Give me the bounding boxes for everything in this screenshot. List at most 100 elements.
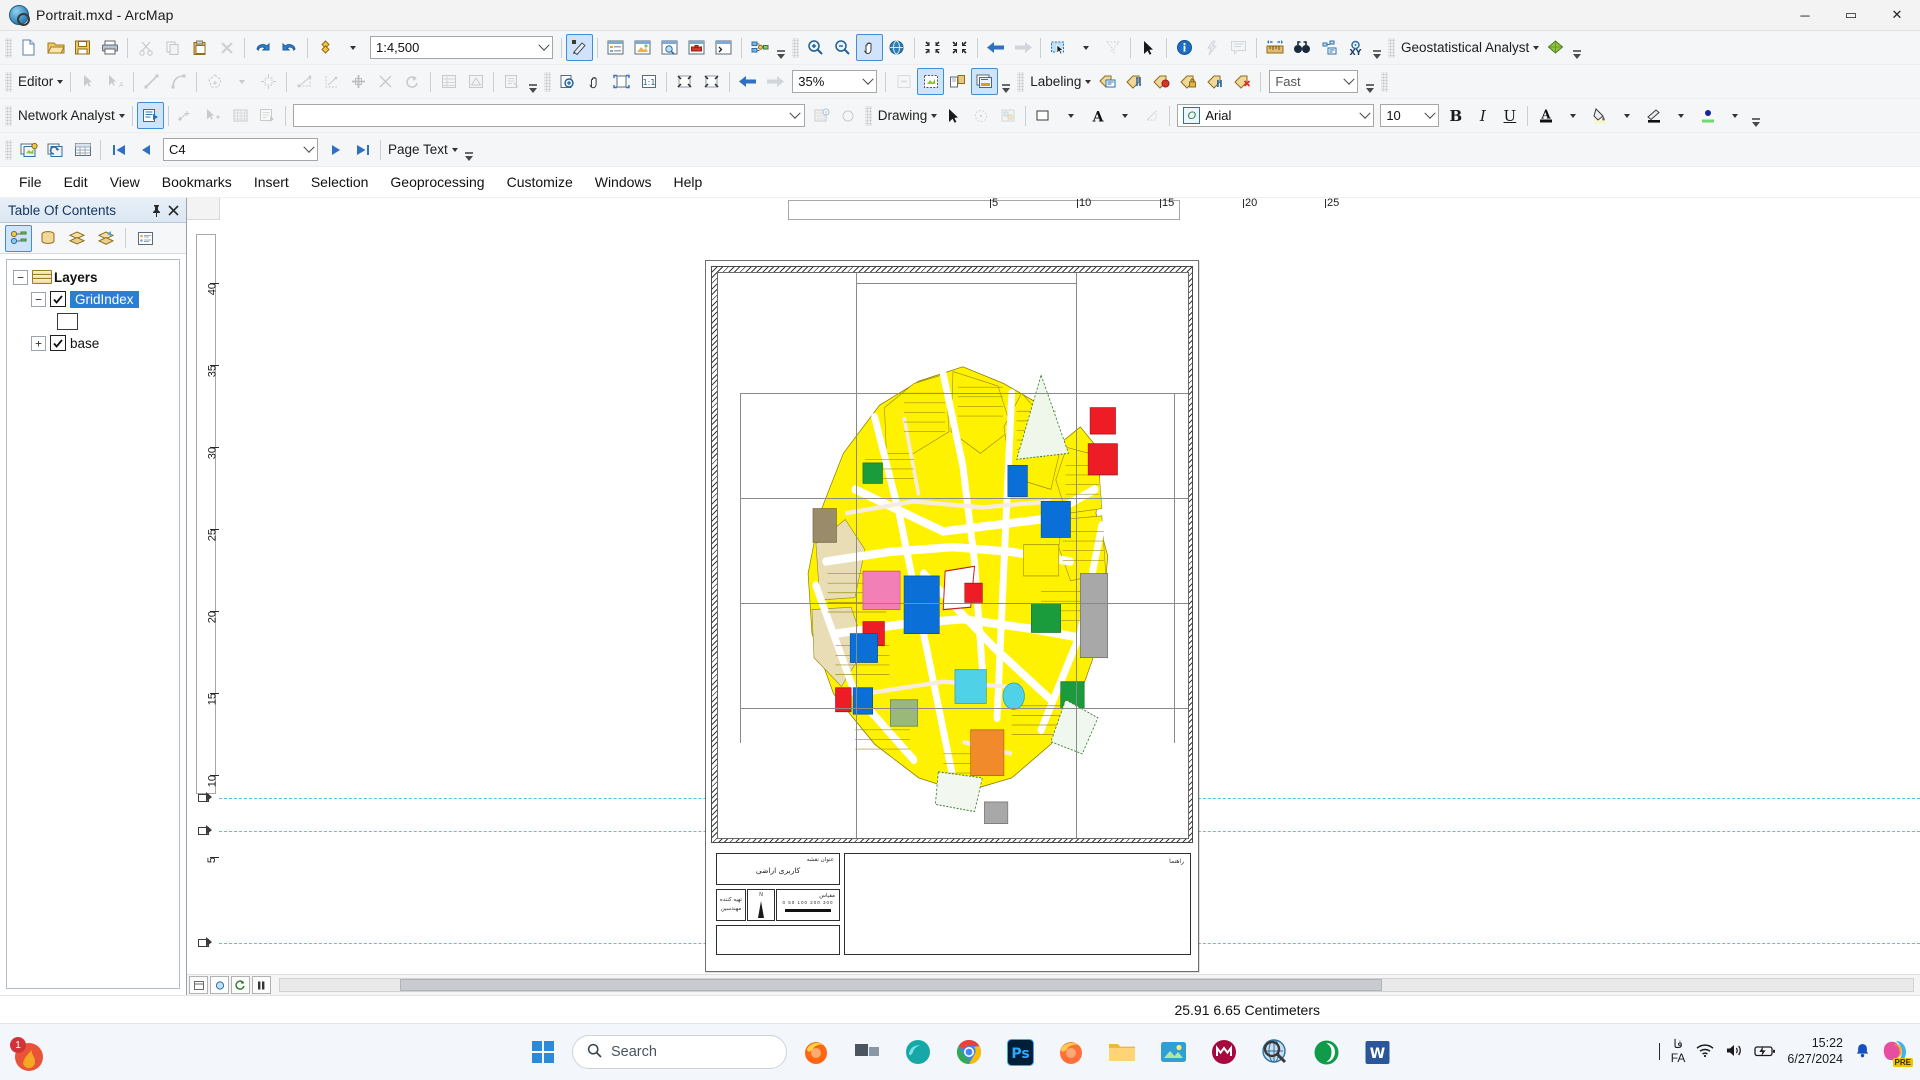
select-features-dropdown[interactable] xyxy=(1072,34,1099,61)
close-button[interactable]: ✕ xyxy=(1874,0,1920,30)
paste-icon[interactable] xyxy=(186,34,213,61)
menu-file[interactable]: File xyxy=(8,170,53,194)
data-frame-content[interactable] xyxy=(717,272,1189,839)
task-view-icon[interactable] xyxy=(845,1030,889,1074)
data-frame[interactable] xyxy=(711,266,1193,843)
network-analyst-window-icon[interactable] xyxy=(136,102,164,129)
ruler-corner[interactable] xyxy=(187,198,220,220)
windows-start-icon[interactable] xyxy=(521,1030,565,1074)
geostatistical-analyst-menu[interactable]: Geostatistical Analyst xyxy=(1398,40,1542,55)
firefox-icon[interactable] xyxy=(794,1030,838,1074)
layout-view-button[interactable] xyxy=(189,976,208,994)
toc-tree[interactable]: − Layers − GridIndex + base xyxy=(6,259,180,989)
pin-icon[interactable] xyxy=(148,201,165,219)
fill-swatch-icon[interactable] xyxy=(1586,102,1613,129)
base-checkbox[interactable] xyxy=(50,335,66,351)
copilot-pre-icon[interactable]: PRE xyxy=(1882,1038,1913,1067)
go-next-extent-icon[interactable] xyxy=(1009,34,1036,61)
extra-toolbar-grip[interactable] xyxy=(1381,71,1389,92)
refresh-ddp-icon[interactable] xyxy=(42,136,69,163)
page-table-icon[interactable] xyxy=(69,136,96,163)
lock-labels-icon[interactable] xyxy=(1175,68,1202,95)
north-arrow-box[interactable]: N xyxy=(747,889,775,921)
edit-tool-icon[interactable] xyxy=(75,68,102,95)
taskbar-notification-app[interactable]: 1 xyxy=(10,1037,46,1074)
straight-segment-icon[interactable] xyxy=(138,68,165,95)
list-by-drawing-order-icon[interactable] xyxy=(5,224,32,252)
rotate-icon[interactable] xyxy=(399,68,426,95)
pan-page-icon[interactable] xyxy=(581,68,608,95)
label-priority-icon[interactable] xyxy=(1121,68,1148,95)
ddp-setup-icon[interactable] xyxy=(15,136,42,163)
editor-menu[interactable]: Editor xyxy=(15,74,66,89)
extra-info-box[interactable] xyxy=(716,925,840,955)
font-size-combo[interactable]: 10 xyxy=(1380,104,1440,127)
toc-node-gridindex[interactable]: − GridIndex xyxy=(7,288,179,310)
bold-icon[interactable]: B xyxy=(1442,102,1469,129)
new-map-icon[interactable] xyxy=(15,34,42,61)
zoom-in-icon[interactable] xyxy=(802,34,829,61)
select-features-icon[interactable] xyxy=(1045,34,1072,61)
layout-horizontal-scrollbar[interactable] xyxy=(279,978,1914,992)
end-point-arc-icon[interactable] xyxy=(165,68,192,95)
chrome-icon[interactable] xyxy=(947,1030,991,1074)
layout-toolbar-grip[interactable] xyxy=(544,71,552,92)
first-page-icon[interactable] xyxy=(105,136,132,163)
view-unplaced-labels-icon[interactable] xyxy=(1229,68,1256,95)
scale-bar-box[interactable]: مقیاس 0 50 100 200 300 xyxy=(776,889,840,921)
menu-geoprocessing[interactable]: Geoprocessing xyxy=(379,170,495,194)
fixed-zoom-out-icon[interactable] xyxy=(946,34,973,61)
menu-windows[interactable]: Windows xyxy=(584,170,663,194)
model-builder-icon[interactable] xyxy=(746,34,773,61)
undo-icon[interactable] xyxy=(249,34,276,61)
eset-icon[interactable] xyxy=(1304,1030,1348,1074)
zoom-whole-page-icon[interactable] xyxy=(608,68,635,95)
trace-icon[interactable] xyxy=(255,68,282,95)
menu-view[interactable]: View xyxy=(99,170,151,194)
toc-node-layers[interactable]: − Layers xyxy=(7,266,179,288)
page-zoom-combo[interactable]: 35% xyxy=(792,70,878,93)
go-back-page-icon[interactable] xyxy=(734,68,761,95)
drawing-menu[interactable]: Drawing xyxy=(875,108,941,123)
reshape-feature-icon[interactable] xyxy=(318,68,345,95)
list-by-source-icon[interactable] xyxy=(34,225,61,252)
show-hidden-icons-icon[interactable] xyxy=(1658,1043,1660,1060)
rotate-element-icon[interactable] xyxy=(967,102,994,129)
credits-box[interactable]: تهیه کننده مهندسین xyxy=(716,889,746,921)
previous-page-icon[interactable] xyxy=(132,136,159,163)
fill-color-dropdown[interactable] xyxy=(1057,102,1084,129)
group-icon[interactable] xyxy=(994,102,1021,129)
split-icon[interactable] xyxy=(345,68,372,95)
select-network-location-icon[interactable] xyxy=(200,102,227,129)
modify-feature-icon[interactable] xyxy=(291,68,318,95)
firefox-browser-icon[interactable] xyxy=(1049,1030,1093,1074)
menu-selection[interactable]: Selection xyxy=(300,170,380,194)
line-color-icon[interactable] xyxy=(1640,102,1667,129)
search-window-icon[interactable] xyxy=(656,34,683,61)
geostat-toolbar-grip[interactable] xyxy=(1388,37,1395,58)
line-color-dropdown[interactable] xyxy=(1667,102,1694,129)
ddp-toolbar-grip[interactable] xyxy=(5,139,12,160)
menu-bookmarks[interactable]: Bookmarks xyxy=(151,170,243,194)
print-icon[interactable] xyxy=(96,34,123,61)
fixed-zoom-in-icon[interactable] xyxy=(919,34,946,61)
menu-edit[interactable]: Edit xyxy=(53,170,99,194)
taskbar-clock[interactable]: 15:22 6/27/2024 xyxy=(1787,1036,1843,1067)
horizontal-ruler[interactable]: 5 10 15 20 25 xyxy=(220,198,1920,220)
layout-toolbar-overflow[interactable] xyxy=(1000,71,1012,93)
delete-icon[interactable] xyxy=(213,34,240,61)
find-icon[interactable] xyxy=(1288,34,1315,61)
ddp-page-combo[interactable]: C4 xyxy=(163,138,318,161)
data-driven-pages-icon[interactable] xyxy=(971,68,999,95)
go-forward-page-icon[interactable] xyxy=(761,68,788,95)
guide-marker-1[interactable] xyxy=(198,792,213,803)
map-title-box[interactable]: عنوان نقشه کاربری اراضی xyxy=(716,853,840,885)
list-by-selection-icon[interactable] xyxy=(92,225,119,252)
editor-toolbar-grip[interactable] xyxy=(5,71,12,92)
network-analyst-menu[interactable]: Network Analyst xyxy=(15,108,128,123)
marker-color-dropdown[interactable] xyxy=(1721,102,1748,129)
vertical-ruler[interactable]: 40 35 30 25 20 15 10 5 xyxy=(187,220,219,974)
drawing-select-elements-icon[interactable] xyxy=(940,102,967,129)
menu-customize[interactable]: Customize xyxy=(496,170,584,194)
word-icon[interactable]: W xyxy=(1355,1030,1399,1074)
